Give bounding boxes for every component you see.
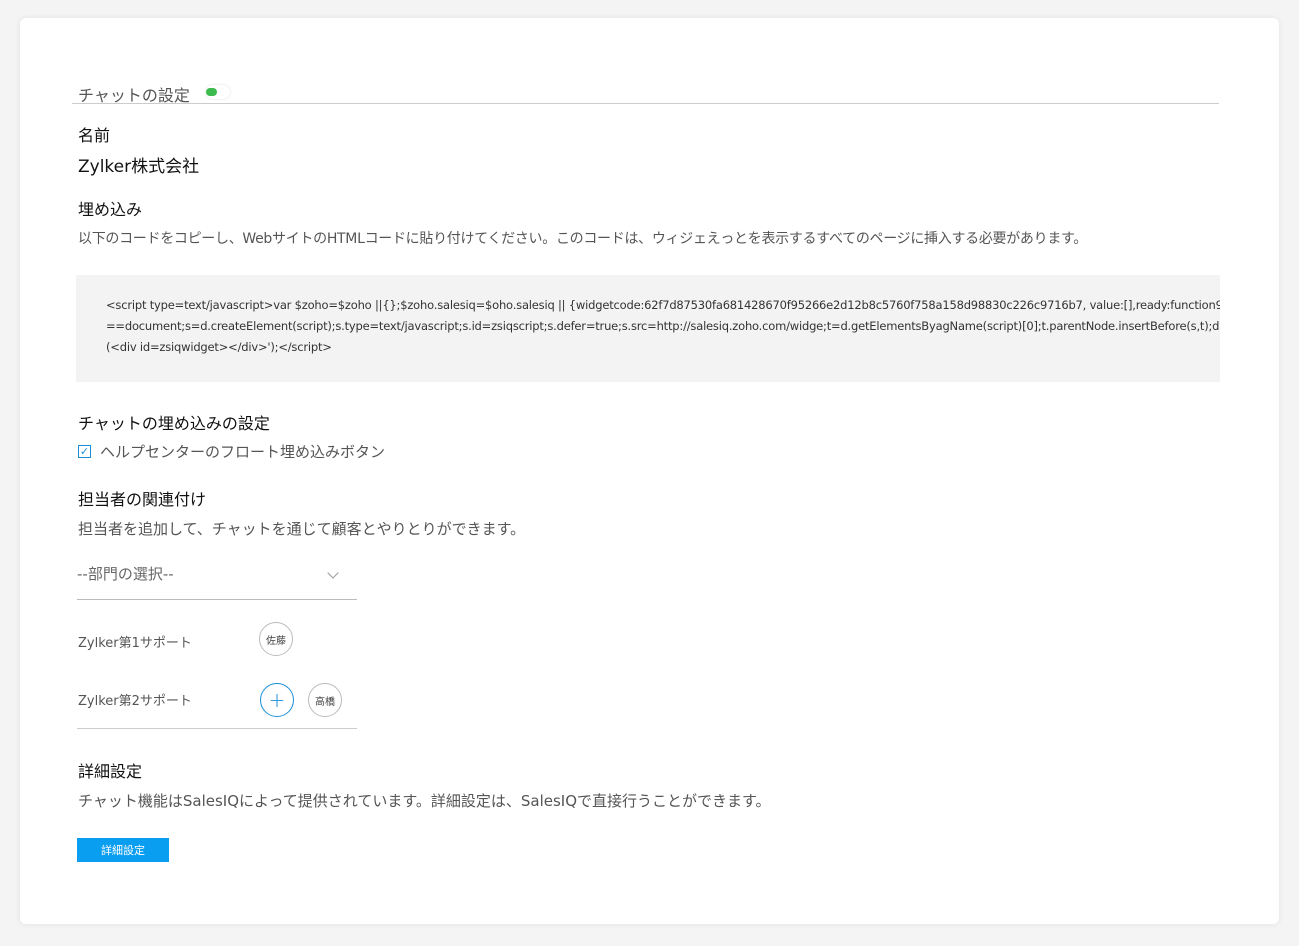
divider bbox=[72, 103, 1219, 104]
embed-code-block[interactable]: <script type=text/javascript>var $zoho=$… bbox=[76, 275, 1220, 382]
agents-label: 担当者の関連付け bbox=[78, 490, 207, 509]
department-select-value: --部門の選択-- bbox=[77, 565, 174, 583]
settings-card: チャットの設定 名前 Zylker株式会社 埋め込み 以下のコードをコピーし、W… bbox=[20, 18, 1279, 924]
toggle-on-indicator bbox=[206, 88, 217, 96]
embed-settings-label: チャットの埋め込みの設定 bbox=[78, 414, 270, 433]
divider bbox=[77, 728, 357, 729]
name-label: 名前 bbox=[78, 126, 111, 145]
chevron-down-icon bbox=[327, 567, 339, 579]
name-value: Zylker株式会社 bbox=[78, 157, 200, 177]
department-name: Zylker第2サポート bbox=[78, 694, 192, 709]
add-agent-icon[interactable]: + bbox=[260, 683, 294, 717]
code-line: <script type=text/javascript>var $zoho=$… bbox=[106, 298, 1220, 312]
float-button-label: ヘルプセンターのフロート埋め込みボタン bbox=[100, 443, 386, 461]
advanced-settings-button[interactable]: 詳細設定 bbox=[77, 838, 169, 862]
float-button-checkbox[interactable]: ✓ bbox=[78, 445, 91, 458]
code-line: ==document;s=d.createElement(script);s.t… bbox=[106, 319, 1220, 333]
agent-avatar[interactable]: 高橋 bbox=[308, 683, 342, 717]
embed-label: 埋め込み bbox=[78, 200, 143, 219]
advanced-description: チャット機能はSalesIQによって提供されています。詳細設定は、SalesIQ… bbox=[78, 792, 771, 810]
advanced-label: 詳細設定 bbox=[78, 762, 143, 781]
department-name: Zylker第1サポート bbox=[78, 636, 192, 651]
chat-toggle[interactable] bbox=[206, 85, 230, 99]
code-line: (<div id=zsiqwidget></div>');</script> bbox=[106, 340, 332, 354]
agent-avatar[interactable]: 佐藤 bbox=[259, 622, 293, 656]
department-select[interactable]: --部門の選択-- bbox=[77, 563, 357, 600]
agents-description: 担当者を追加して、チャットを通じて顧客とやりとりができます。 bbox=[78, 520, 526, 538]
embed-description: 以下のコードをコピーし、WebサイトのHTMLコードに貼り付けてください。このコ… bbox=[78, 231, 1088, 247]
